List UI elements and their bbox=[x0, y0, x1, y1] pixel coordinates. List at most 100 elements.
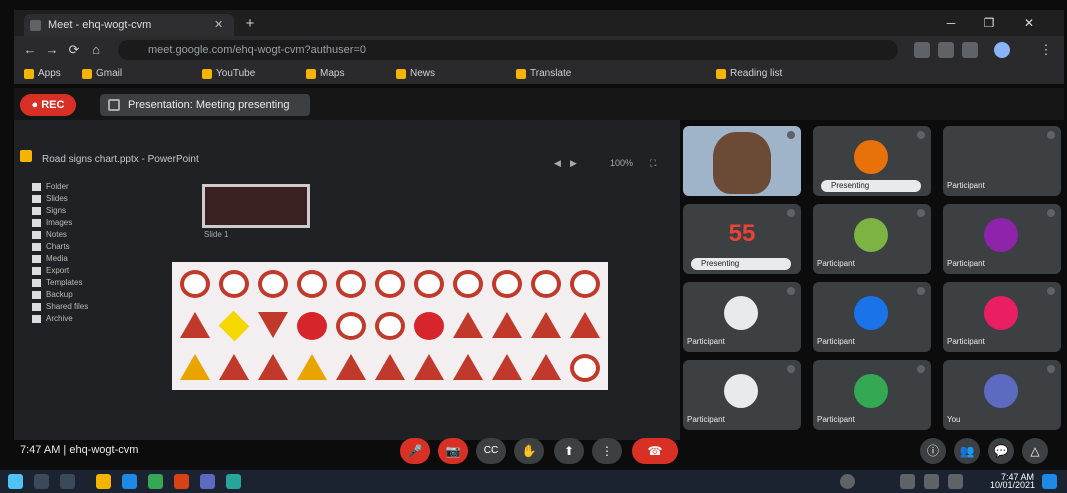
tree-item[interactable]: Notes bbox=[32, 230, 142, 240]
weather-icon[interactable] bbox=[840, 474, 855, 489]
task-view-icon[interactable] bbox=[60, 474, 75, 489]
participant-name: Presenting bbox=[691, 258, 791, 270]
tab-meet[interactable]: Meet - ehq-wogt-cvm ✕ bbox=[24, 14, 234, 36]
extension-icon[interactable] bbox=[962, 42, 978, 58]
activities-button[interactable]: △ bbox=[1022, 438, 1048, 464]
participant-tile[interactable]: Participant bbox=[943, 126, 1061, 196]
participant-tile[interactable]: Participant bbox=[683, 282, 801, 352]
meeting-info-button[interactable]: ⓘ bbox=[920, 438, 946, 464]
volume-icon[interactable] bbox=[924, 474, 939, 489]
participant-tile[interactable]: Participant bbox=[943, 204, 1061, 274]
profile-avatar[interactable] bbox=[994, 42, 1010, 58]
minimize-button[interactable]: ─ bbox=[936, 14, 966, 32]
slide-thumbnail[interactable] bbox=[202, 184, 310, 228]
app-icon[interactable] bbox=[200, 474, 215, 489]
bookmark-item[interactable]: Gmail bbox=[80, 67, 122, 81]
powerpoint-icon[interactable] bbox=[174, 474, 189, 489]
camera-toggle-button[interactable]: 📷 bbox=[438, 438, 468, 464]
network-icon[interactable] bbox=[900, 474, 915, 489]
mic-muted-icon bbox=[787, 287, 795, 295]
fullscreen-icon[interactable]: ⛶ bbox=[650, 158, 656, 168]
prev-slide-icon[interactable]: ◀ bbox=[554, 158, 561, 168]
tree-item[interactable]: Shared files bbox=[32, 302, 142, 312]
participant-name: Presenting bbox=[821, 180, 921, 192]
zoom-level[interactable]: 100% bbox=[610, 158, 633, 168]
system-clock[interactable]: 7:47 AM 10/01/2021 bbox=[990, 473, 1035, 490]
participant-tile[interactable]: Participant bbox=[813, 282, 931, 352]
extension-icon[interactable] bbox=[914, 42, 930, 58]
tab-close-icon[interactable]: ✕ bbox=[214, 14, 228, 36]
tree-item[interactable]: Slides bbox=[32, 194, 142, 204]
browser-menu-icon[interactable]: ⋮ bbox=[1038, 42, 1054, 58]
app-icon[interactable] bbox=[226, 474, 241, 489]
participant-tile[interactable]: Presenting bbox=[813, 126, 931, 196]
chrome-icon[interactable] bbox=[148, 474, 163, 489]
new-tab-button[interactable]: + bbox=[240, 14, 260, 34]
home-icon[interactable]: ⌂ bbox=[88, 42, 104, 58]
participant-tile[interactable] bbox=[683, 126, 801, 196]
leave-call-button[interactable]: ☎ bbox=[632, 438, 678, 464]
forward-icon[interactable]: → bbox=[44, 42, 60, 58]
record-button[interactable]: ● REC bbox=[20, 94, 76, 116]
tree-item[interactable]: Templates bbox=[32, 278, 142, 288]
reload-icon[interactable]: ⟳ bbox=[66, 42, 82, 58]
avatar bbox=[984, 296, 1018, 330]
edge-icon[interactable] bbox=[122, 474, 137, 489]
tree-item[interactable]: Charts bbox=[32, 242, 142, 252]
tree-item[interactable]: Archive bbox=[32, 314, 142, 324]
folder-icon bbox=[32, 279, 41, 287]
browser-toolbar: ← → ⟳ ⌂ meet.google.com/ehq-wogt-cvm?aut… bbox=[14, 36, 1064, 64]
mic-muted-icon bbox=[787, 131, 795, 139]
close-window-button[interactable]: ✕ bbox=[1014, 14, 1044, 32]
tree-item[interactable]: Media bbox=[32, 254, 142, 264]
tree-item[interactable]: Folder bbox=[32, 182, 142, 192]
participant-name: Participant bbox=[687, 415, 725, 424]
extension-icon[interactable] bbox=[938, 42, 954, 58]
bookmark-item[interactable]: Reading list bbox=[714, 67, 782, 81]
bookmark-item[interactable]: Apps bbox=[22, 67, 61, 81]
start-icon[interactable] bbox=[8, 474, 23, 489]
bookmark-item[interactable]: Translate bbox=[514, 67, 571, 81]
road-sign-tri bbox=[258, 354, 288, 380]
road-sign-tri bbox=[219, 354, 249, 380]
people-button[interactable]: 👥 bbox=[954, 438, 980, 464]
road-sign-tri bbox=[570, 312, 600, 338]
notifications-icon[interactable] bbox=[1042, 474, 1057, 489]
participant-tile[interactable]: You bbox=[943, 360, 1061, 430]
next-slide-icon[interactable]: ▶ bbox=[570, 158, 577, 168]
avatar bbox=[984, 374, 1018, 408]
captions-button[interactable]: CC bbox=[476, 438, 506, 464]
tree-item[interactable]: Images bbox=[32, 218, 142, 228]
participant-name: Participant bbox=[947, 259, 985, 268]
back-icon[interactable]: ← bbox=[22, 42, 38, 58]
address-bar[interactable]: meet.google.com/ehq-wogt-cvm?authuser=0 bbox=[118, 40, 898, 60]
participant-tile[interactable]: Participant bbox=[943, 282, 1061, 352]
file-explorer-icon[interactable] bbox=[96, 474, 111, 489]
raise-hand-button[interactable]: ✋ bbox=[514, 438, 544, 464]
maximize-button[interactable]: ❐ bbox=[974, 14, 1004, 32]
search-icon[interactable] bbox=[34, 474, 49, 489]
participant-tile[interactable]: 55 Presenting bbox=[683, 204, 801, 274]
present-now-button[interactable]: ⬆ bbox=[554, 438, 584, 464]
participant-tile[interactable]: Participant bbox=[813, 204, 931, 274]
tree-item[interactable]: Backup bbox=[32, 290, 142, 300]
more-options-button[interactable]: ⋮ bbox=[592, 438, 622, 464]
presenting-chip[interactable]: Presentation: Meeting presenting bbox=[100, 94, 310, 116]
participant-tile[interactable]: Participant bbox=[683, 360, 801, 430]
folder-icon bbox=[32, 303, 41, 311]
shared-window-title: Road signs chart.pptx - PowerPoint bbox=[42, 154, 199, 165]
participant-name: Participant bbox=[817, 415, 855, 424]
bookmark-icon bbox=[716, 69, 726, 79]
chat-button[interactable]: 💬 bbox=[988, 438, 1014, 464]
bookmark-item[interactable]: Maps bbox=[304, 67, 344, 81]
presenting-label: Presentation: Meeting presenting bbox=[128, 99, 290, 111]
road-sign-circle bbox=[492, 270, 522, 298]
bookmark-item[interactable]: News bbox=[394, 67, 435, 81]
participant-tile[interactable]: Participant bbox=[813, 360, 931, 430]
mic-muted-icon bbox=[917, 131, 925, 139]
battery-icon[interactable] bbox=[948, 474, 963, 489]
tree-item[interactable]: Export bbox=[32, 266, 142, 276]
tree-item[interactable]: Signs bbox=[32, 206, 142, 216]
mic-toggle-button[interactable]: 🎤 bbox=[400, 438, 430, 464]
bookmark-item[interactable]: YouTube bbox=[200, 67, 255, 81]
